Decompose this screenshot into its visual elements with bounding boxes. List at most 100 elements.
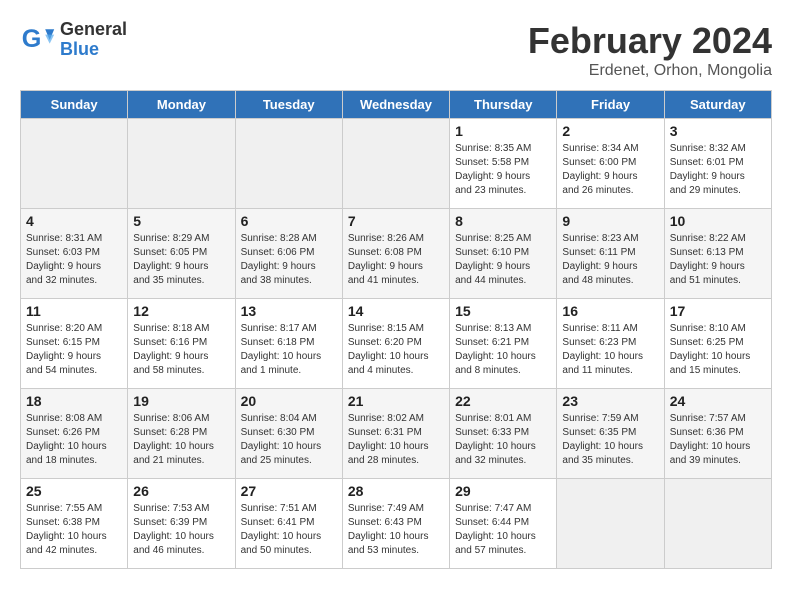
day-header-saturday: Saturday bbox=[664, 91, 771, 119]
day-info-line: Sunset: 6:11 PM bbox=[562, 246, 658, 260]
day-number: 5 bbox=[133, 213, 229, 229]
day-info-line: Daylight: 10 hours bbox=[241, 350, 337, 364]
day-info-line: Sunrise: 8:29 AM bbox=[133, 232, 229, 246]
day-info-line: Sunrise: 8:34 AM bbox=[562, 142, 658, 156]
day-info-line: Daylight: 9 hours bbox=[562, 260, 658, 274]
day-info-line: Daylight: 10 hours bbox=[562, 350, 658, 364]
day-info-line: and 18 minutes. bbox=[26, 454, 122, 468]
day-info-line: Sunset: 6:26 PM bbox=[26, 426, 122, 440]
day-info-line: and 46 minutes. bbox=[133, 544, 229, 558]
day-info-line: Daylight: 9 hours bbox=[348, 260, 444, 274]
day-info-line: Sunrise: 8:26 AM bbox=[348, 232, 444, 246]
day-info-line: Sunrise: 8:20 AM bbox=[26, 322, 122, 336]
calendar-cell: 7 Sunrise: 8:26 AMSunset: 6:08 PMDaylight… bbox=[342, 209, 449, 299]
day-info-line: Sunset: 6:18 PM bbox=[241, 336, 337, 350]
day-info-line: Sunset: 6:28 PM bbox=[133, 426, 229, 440]
day-info-line: Sunrise: 7:55 AM bbox=[26, 502, 122, 516]
day-info-line: and 21 minutes. bbox=[133, 454, 229, 468]
day-info-line: Daylight: 9 hours bbox=[455, 260, 551, 274]
day-info-line: Sunrise: 8:10 AM bbox=[670, 322, 766, 336]
calendar-cell bbox=[21, 119, 128, 209]
day-info-line: and 54 minutes. bbox=[26, 364, 122, 378]
day-number: 19 bbox=[133, 393, 229, 409]
day-info-line: Sunset: 6:23 PM bbox=[562, 336, 658, 350]
week-row-5: 25Sunrise: 7:55 AMSunset: 6:38 PMDayligh… bbox=[21, 479, 772, 569]
day-header-thursday: Thursday bbox=[450, 91, 557, 119]
day-info-line: Sunset: 6:16 PM bbox=[133, 336, 229, 350]
day-number: 16 bbox=[562, 303, 658, 319]
calendar-cell bbox=[128, 119, 235, 209]
day-number: 2 bbox=[562, 123, 658, 139]
calendar-cell: 11Sunrise: 8:20 AMSunset: 6:15 PMDayligh… bbox=[21, 299, 128, 389]
calendar-cell: 2Sunrise: 8:34 AMSunset: 6:00 PMDaylight… bbox=[557, 119, 664, 209]
day-info-line: Sunrise: 7:51 AM bbox=[241, 502, 337, 516]
day-info-line: and 48 minutes. bbox=[562, 274, 658, 288]
day-info-line: and 51 minutes. bbox=[670, 274, 766, 288]
day-info-line: Sunrise: 7:53 AM bbox=[133, 502, 229, 516]
week-row-2: 4Sunrise: 8:31 AMSunset: 6:03 PMDaylight… bbox=[21, 209, 772, 299]
day-info-line: Sunset: 6:43 PM bbox=[348, 516, 444, 530]
calendar-cell bbox=[235, 119, 342, 209]
day-info-line: Sunset: 6:03 PM bbox=[26, 246, 122, 260]
day-info-line: Sunset: 6:00 PM bbox=[562, 156, 658, 170]
day-info-line: Sunset: 6:41 PM bbox=[241, 516, 337, 530]
day-info-line: Sunset: 6:10 PM bbox=[455, 246, 551, 260]
day-number: 24 bbox=[670, 393, 766, 409]
day-info-line: Sunset: 6:05 PM bbox=[133, 246, 229, 260]
calendar-cell: 14Sunrise: 8:15 AMSunset: 6:20 PMDayligh… bbox=[342, 299, 449, 389]
day-info-line: and 28 minutes. bbox=[348, 454, 444, 468]
day-number: 21 bbox=[348, 393, 444, 409]
day-info-line: and 50 minutes. bbox=[241, 544, 337, 558]
day-info-line: Sunrise: 8:13 AM bbox=[455, 322, 551, 336]
day-info-line: Daylight: 10 hours bbox=[455, 530, 551, 544]
day-number: 11 bbox=[26, 303, 122, 319]
day-info-line: and 8 minutes. bbox=[455, 364, 551, 378]
day-info-line: Daylight: 10 hours bbox=[455, 440, 551, 454]
day-info-line: Daylight: 9 hours bbox=[26, 260, 122, 274]
day-info-line: Daylight: 10 hours bbox=[26, 440, 122, 454]
calendar-cell: 8Sunrise: 8:25 AMSunset: 6:10 PMDaylight… bbox=[450, 209, 557, 299]
day-info-line: Daylight: 10 hours bbox=[133, 530, 229, 544]
logo-text: General Blue bbox=[60, 20, 127, 60]
day-info-line: Sunrise: 8:15 AM bbox=[348, 322, 444, 336]
day-info-line: Sunset: 6:13 PM bbox=[670, 246, 766, 260]
day-number: 22 bbox=[455, 393, 551, 409]
day-number: 23 bbox=[562, 393, 658, 409]
calendar-cell: 21Sunrise: 8:02 AMSunset: 6:31 PMDayligh… bbox=[342, 389, 449, 479]
day-info-line: and 38 minutes. bbox=[241, 274, 337, 288]
day-info-line: Daylight: 10 hours bbox=[562, 440, 658, 454]
day-info-line: and 58 minutes. bbox=[133, 364, 229, 378]
day-number: 15 bbox=[455, 303, 551, 319]
day-info-line: Sunrise: 7:47 AM bbox=[455, 502, 551, 516]
day-info-line: Sunset: 6:36 PM bbox=[670, 426, 766, 440]
calendar-cell: 27 Sunrise: 7:51 AMSunset: 6:41 PMDayligh… bbox=[235, 479, 342, 569]
day-info-line: Daylight: 10 hours bbox=[241, 530, 337, 544]
day-info-line: Daylight: 10 hours bbox=[348, 440, 444, 454]
day-number: 8 bbox=[455, 213, 551, 229]
day-info-line: Daylight: 10 hours bbox=[26, 530, 122, 544]
day-info-line: Daylight: 10 hours bbox=[348, 530, 444, 544]
day-number: 17 bbox=[670, 303, 766, 319]
day-info-line: and 32 minutes. bbox=[26, 274, 122, 288]
day-number: 7 bbox=[348, 213, 444, 229]
day-info-line: Daylight: 10 hours bbox=[348, 350, 444, 364]
day-header-tuesday: Tuesday bbox=[235, 91, 342, 119]
calendar-cell: 18Sunrise: 8:08 AMSunset: 6:26 PMDayligh… bbox=[21, 389, 128, 479]
day-header-wednesday: Wednesday bbox=[342, 91, 449, 119]
day-info-line: Sunrise: 8:02 AM bbox=[348, 412, 444, 426]
day-info-line: and 57 minutes. bbox=[455, 544, 551, 558]
calendar-table: SundayMondayTuesdayWednesdayThursdayFrid… bbox=[20, 90, 772, 569]
month-title: February 2024 bbox=[528, 20, 772, 62]
day-info-line: and 1 minute. bbox=[241, 364, 337, 378]
day-info-line: Daylight: 9 hours bbox=[241, 260, 337, 274]
day-info-line: Daylight: 10 hours bbox=[670, 350, 766, 364]
day-info-line: Sunrise: 8:22 AM bbox=[670, 232, 766, 246]
day-info-line: Daylight: 9 hours bbox=[26, 350, 122, 364]
day-number: 27 bbox=[241, 483, 337, 499]
day-header-friday: Friday bbox=[557, 91, 664, 119]
day-info-line: Sunset: 6:25 PM bbox=[670, 336, 766, 350]
day-number: 25 bbox=[26, 483, 122, 499]
day-info-line: and 23 minutes. bbox=[455, 184, 551, 198]
day-info-line: Sunset: 6:08 PM bbox=[348, 246, 444, 260]
logo-icon: G bbox=[20, 22, 56, 58]
